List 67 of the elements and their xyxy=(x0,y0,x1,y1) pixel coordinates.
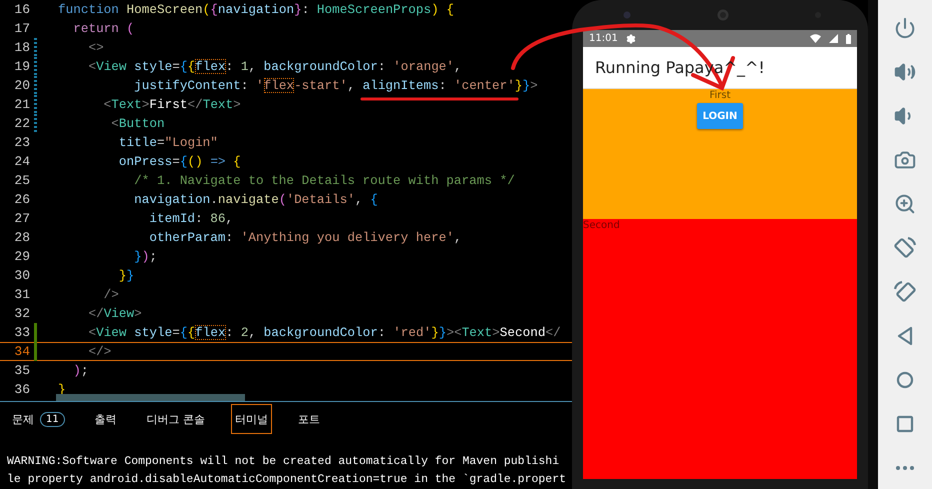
zoom-in-icon[interactable] xyxy=(894,193,916,215)
speaker-grille-icon xyxy=(716,9,728,21)
line-number: 31 xyxy=(13,287,30,302)
code-line: ); xyxy=(72,363,88,378)
line-number: 19 xyxy=(13,59,30,74)
code-line: }} xyxy=(118,268,134,283)
code-line: <> xyxy=(87,40,104,55)
view-text: First xyxy=(709,89,731,103)
code-line: itemId: 86, xyxy=(148,211,234,226)
view-text: Second xyxy=(583,219,620,233)
line-number: 35 xyxy=(13,363,30,378)
power-icon[interactable] xyxy=(894,17,916,39)
camera-lens-icon xyxy=(623,11,631,19)
panel-tab[interactable]: 문제 11 xyxy=(8,404,69,434)
wifi-icon xyxy=(810,34,821,43)
line-number: 33 xyxy=(13,325,30,340)
count-badge: 11 xyxy=(40,412,65,426)
rotate-right-icon[interactable] xyxy=(894,281,916,303)
code-line: <Button xyxy=(110,116,165,131)
status-time: 11:01 xyxy=(589,33,618,44)
code-line: return ( xyxy=(72,21,134,36)
line-number: 36 xyxy=(13,382,30,397)
rotate-left-icon[interactable] xyxy=(894,237,916,259)
code-line: /* 1. Navigate to the Details route with params */ xyxy=(133,173,515,188)
code-line: <Text>First</Text> xyxy=(102,97,241,112)
code-line: navigation.navigate('Details', { xyxy=(133,192,378,207)
code-line: function HomeScreen({navigation}: HomeScreenProps) { xyxy=(58,2,454,17)
code-line: <View style={{flex: 1, backgroundColor: 'orange', xyxy=(87,59,462,74)
panel-tab[interactable]: 출력 xyxy=(90,404,121,434)
overview-icon[interactable] xyxy=(894,413,916,435)
code-line: /> xyxy=(102,287,119,302)
line-number: 24 xyxy=(13,154,30,169)
line-number: 29 xyxy=(13,249,30,264)
line-number: 25 xyxy=(13,173,30,188)
battery-icon xyxy=(846,34,851,44)
line-number: 27 xyxy=(13,211,30,226)
code-line: title="Login" xyxy=(118,135,218,150)
home-icon[interactable] xyxy=(894,369,916,391)
terminal-line: le property android.disableAutomaticComponentCreation=true in the `gradle.propert xyxy=(7,472,566,488)
volume-up-icon[interactable] xyxy=(894,61,916,83)
horizontal-scrollbar[interactable] xyxy=(56,394,245,401)
line-number: 26 xyxy=(13,192,30,207)
code-line: </> xyxy=(87,344,112,359)
code-line: <View style={{flex: 2, backgroundColor: 'red'}}><Text>Second</ xyxy=(87,325,561,340)
panel-tab[interactable]: 디버그 콘솔 xyxy=(142,404,210,434)
panel-tab[interactable]: 포트 xyxy=(294,404,324,434)
code-line: }); xyxy=(133,249,158,264)
line-number: 21 xyxy=(13,97,30,112)
line-number: 28 xyxy=(13,230,30,245)
code-line: </View> xyxy=(87,306,142,321)
line-number: 30 xyxy=(13,268,30,283)
terminal-line: WARNING:Software Components will not be created automatically for Maven publishi xyxy=(7,454,560,470)
line-number: 22 xyxy=(13,116,30,131)
line-number: 20 xyxy=(13,78,30,93)
signal-icon xyxy=(829,34,838,43)
line-number: 32 xyxy=(13,306,30,321)
line-number: 23 xyxy=(13,135,30,150)
line-number: 34 xyxy=(13,344,30,359)
panel-tab[interactable]: 터미널 xyxy=(231,404,272,434)
line-number: 16 xyxy=(13,2,30,17)
code-line: onPress={() => { xyxy=(118,154,241,169)
settings-icon xyxy=(626,34,636,44)
code-line: justifyContent: 'flex-start', alignItems: 'center'}}> xyxy=(133,78,538,93)
code-line: otherParam: 'Anything you delivery here', xyxy=(148,230,462,245)
line-number: 17 xyxy=(13,21,30,36)
line-number: 18 xyxy=(13,40,30,55)
camera-icon[interactable] xyxy=(894,149,916,171)
